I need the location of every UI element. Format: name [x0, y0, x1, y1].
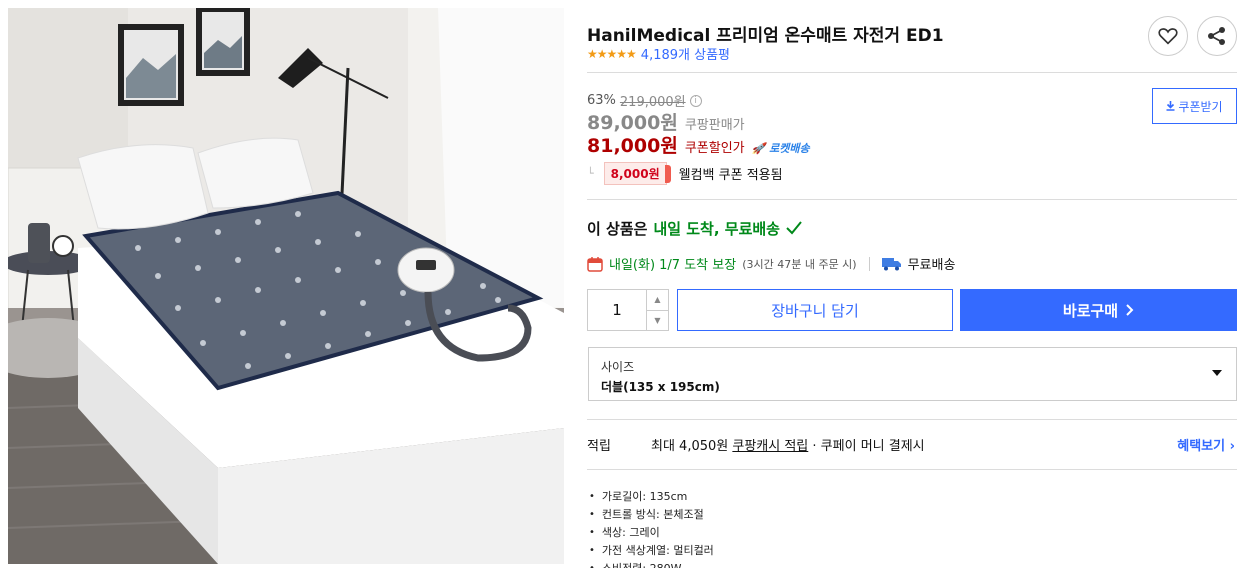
discount-rate: 63% — [587, 93, 616, 108]
chevron-right-icon — [1126, 304, 1134, 316]
checkmark-icon — [786, 221, 802, 235]
wishlist-button[interactable] — [1148, 16, 1188, 56]
coupon-price: 81,000원 — [587, 135, 678, 157]
delivery-headline: 이 상품은 내일 도착, 무료배송 — [587, 218, 802, 239]
rocket-label: 로켓배송 — [769, 142, 810, 155]
quantity-input[interactable]: 1 — [588, 290, 646, 330]
corner-icon: └ — [587, 167, 594, 180]
coupon-price-label: 쿠폰할인가 — [684, 141, 745, 156]
spec-item: 가로길이: 135cm — [589, 487, 714, 505]
spec-item: 색상: 그레이 — [589, 523, 714, 541]
product-info-panel: HanilMedical 프리미엄 온수매트 자전거 ED1 ★★★★★ 4,1… — [587, 0, 1238, 568]
share-icon — [1208, 27, 1225, 45]
star-rating-icon: ★★★★★ — [587, 46, 637, 61]
chevron-down-icon — [1212, 370, 1222, 376]
coupon-download-button[interactable]: 쿠폰받기 — [1152, 88, 1237, 124]
add-to-cart-button[interactable]: 장바구니 담기 — [677, 289, 953, 331]
coupon-amount-tag: 8,000원 — [603, 162, 671, 185]
reward-row: 적립 최대 4,050원 쿠팡캐시 적립 · 쿠페이 머니 결제시 혜택보기 › — [587, 435, 1237, 454]
delivery-headline-highlight: 내일 도착, 무료배송 — [653, 220, 780, 238]
spec-item: 컨트롤 방식: 본체조절 — [589, 505, 714, 523]
rocket-delivery-badge: 🚀 로켓배송 — [751, 142, 810, 155]
buy-now-label: 바로구매 — [1062, 301, 1119, 320]
product-title: HanilMedical 프리미엄 온수매트 자전거 ED1 — [587, 26, 944, 46]
reward-key: 적립 — [587, 439, 611, 454]
divider — [587, 419, 1237, 420]
share-button[interactable] — [1197, 16, 1237, 56]
benefits-link[interactable]: 혜택보기 › — [1177, 435, 1235, 454]
quantity-arrows: ▲ ▼ — [646, 290, 668, 330]
coupon-price-row: 81,000원 쿠폰할인가 🚀 로켓배송 — [587, 131, 810, 158]
spec-list: 가로길이: 135cm 컨트롤 방식: 본체조절 색상: 그레이 가전 색상계열… — [589, 487, 714, 568]
arrival-text: 내일(화) 1/7 도착 보장 — [609, 258, 737, 273]
quantity-stepper[interactable]: 1 ▲ ▼ — [587, 289, 669, 331]
rating-row[interactable]: ★★★★★ 4,189개 상품평 — [587, 44, 730, 64]
coupon-applied-text: 웰컴백 쿠폰 적용됨 — [678, 168, 783, 183]
spec-item: 소비전력: 280W — [589, 559, 714, 568]
arrival-row: 내일(화) 1/7 도착 보장 (3시간 47분 내 주문 시) 무료배송 — [587, 254, 955, 273]
decrement-icon[interactable]: ▼ — [647, 309, 668, 331]
product-image — [8, 8, 564, 564]
increment-icon[interactable]: ▲ — [647, 290, 668, 310]
divider — [587, 72, 1237, 73]
download-icon — [1166, 101, 1175, 111]
buy-now-button[interactable]: 바로구매 — [960, 289, 1237, 331]
coupon-button-label: 쿠폰받기 — [1178, 99, 1223, 114]
reward-prefix: 최대 4,050원 — [651, 439, 729, 454]
divider — [587, 469, 1237, 470]
arrival-note: (3시간 47분 내 주문 시) — [742, 257, 857, 271]
truck-icon — [881, 257, 901, 270]
separator — [868, 256, 870, 271]
delivery-headline-prefix: 이 상품은 — [587, 220, 648, 238]
size-select-value: 더블(135 x 195cm) — [601, 380, 720, 394]
calendar-icon — [587, 256, 603, 272]
cash-reward-link[interactable]: 쿠팡캐시 적립 — [732, 435, 808, 454]
size-select-label: 사이즈 — [601, 360, 635, 374]
applied-coupon-row: └ 8,000원 웰컴백 쿠폰 적용됨 — [587, 162, 783, 185]
spec-item: 가전 색상계열: 멀티컬러 — [589, 541, 714, 559]
shipping-text: 무료배송 — [907, 258, 956, 273]
reward-suffix: · 쿠페이 머니 결제시 — [812, 439, 925, 454]
size-select[interactable]: 사이즈 더블(135 x 195cm) — [588, 347, 1237, 401]
divider — [587, 199, 1237, 200]
benefits-link-label: 혜택보기 — [1177, 439, 1226, 454]
heart-icon — [1158, 28, 1178, 45]
info-icon[interactable]: i — [689, 94, 702, 107]
review-count-link[interactable]: 4,189개 상품평 — [641, 44, 730, 63]
